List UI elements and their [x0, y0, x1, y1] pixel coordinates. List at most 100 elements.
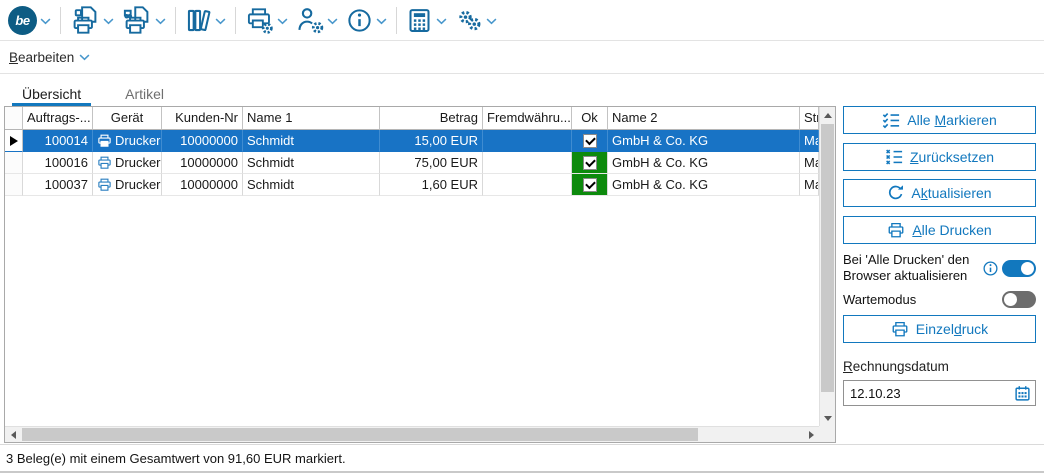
toolbar-separator [235, 7, 236, 34]
zuruecksetzen-button[interactable]: Zurücksetzen [843, 143, 1036, 171]
tab-bar: Übersicht Artikel [0, 74, 1044, 106]
cell-name1: Schmidt [243, 130, 380, 152]
wartemodus-toggle[interactable] [1002, 291, 1036, 308]
library-button[interactable] [184, 6, 213, 35]
zuruecksetzen-label: Zurücksetzen [910, 149, 994, 165]
user-settings-button[interactable] [295, 5, 325, 35]
alle-drucken-button[interactable]: Alle Drucken [843, 216, 1036, 244]
cell-auftrag: 100016 [23, 152, 93, 174]
checklist-icon [882, 111, 900, 129]
chevron-down-icon [40, 18, 51, 25]
app-logo-dropdown[interactable] [40, 18, 51, 25]
printer-icon [97, 133, 112, 148]
cell-ok [572, 174, 608, 196]
chevron-down-icon [436, 18, 447, 25]
ok-checkbox[interactable] [583, 156, 597, 170]
gears-icon [455, 6, 483, 34]
header-auftrag[interactable]: Auftrags-... [23, 107, 93, 130]
rechnungsdatum-field [843, 380, 1036, 406]
chevron-down-icon [486, 18, 497, 25]
cell-auftrag: 100037 [23, 174, 93, 196]
cell-geraet: Drucker [93, 174, 162, 196]
vertical-scroll-thumb[interactable] [821, 124, 834, 392]
header-row-indicator [5, 107, 23, 130]
chevron-down-icon [327, 18, 338, 25]
aktualisieren-button[interactable]: Aktualisieren [843, 179, 1036, 207]
info-button[interactable] [345, 6, 374, 35]
chevron-down-icon [79, 54, 90, 61]
library-books-icon [185, 7, 212, 34]
chevron-down-icon [376, 18, 387, 25]
rechnungsdatum-label: Rechnungsdatum [843, 359, 1036, 374]
table-grid: Auftrags-... Gerät Kunden-Nr Name 1 Betr… [5, 107, 819, 426]
row-indicator [5, 130, 23, 152]
alle-markieren-button[interactable]: Alle Markieren [843, 106, 1036, 134]
user-settings-icon [296, 6, 324, 34]
header-geraet[interactable]: Gerät [93, 107, 162, 130]
printer-settings-button[interactable] [244, 5, 275, 36]
user-settings-dropdown[interactable] [327, 18, 338, 25]
menu-bearbeiten-label: Bearbeiten [9, 50, 74, 65]
scroll-down-button[interactable] [820, 410, 836, 426]
scroll-right-button[interactable] [803, 427, 819, 443]
refresh-icon [887, 185, 904, 202]
wartemodus-row: Wartemodus [843, 291, 1036, 308]
document-print-icon [70, 5, 100, 35]
cell-fremdwaehrung [483, 174, 572, 196]
table-row[interactable]: 100037 Drucker 10000000 Schmidt 1,60 EUR… [5, 174, 819, 196]
header-betrag[interactable]: Betrag [380, 107, 483, 130]
row-indicator [5, 152, 23, 174]
toggle-knob [1021, 262, 1034, 275]
horizontal-scroll-thumb[interactable] [22, 428, 698, 441]
rechnungsdatum-input[interactable] [843, 380, 1036, 406]
delivery-note-print-button[interactable] [121, 4, 153, 36]
cell-name2: GmbH & Co. KG [608, 152, 800, 174]
header-kunden-nr[interactable]: Kunden-Nr [162, 107, 243, 130]
tab-artikel[interactable]: Artikel [115, 74, 174, 106]
toolbar-separator [396, 7, 397, 34]
geraet-label: Drucker [115, 130, 161, 151]
document-print-dropdown[interactable] [103, 18, 114, 25]
scroll-up-button[interactable] [820, 107, 836, 123]
table-row[interactable]: 100014 Drucker 10000000 Schmidt 15,00 EU… [5, 130, 819, 152]
calculator-button[interactable] [405, 6, 434, 35]
header-name1[interactable]: Name 1 [243, 107, 380, 130]
library-dropdown[interactable] [215, 18, 226, 25]
info-dropdown[interactable] [376, 18, 387, 25]
ok-checkbox[interactable] [583, 134, 597, 148]
x-list-icon [885, 148, 903, 166]
header-name2[interactable]: Name 2 [608, 107, 800, 130]
ok-checkbox[interactable] [583, 178, 597, 192]
calculator-dropdown[interactable] [436, 18, 447, 25]
header-fremdwaehrung[interactable]: Fremdwähru... [483, 107, 572, 130]
settings-dropdown[interactable] [486, 18, 497, 25]
status-bar: 3 Beleg(e) mit einem Gesamtwert von 91,6… [0, 444, 1044, 473]
menu-bearbeiten[interactable]: Bearbeiten [9, 50, 90, 65]
document-print-button[interactable] [69, 4, 101, 36]
app-logo-button[interactable]: be [7, 5, 38, 36]
app-logo-icon: be [8, 6, 37, 35]
cell-strasse: Mari [800, 174, 819, 196]
einzeldruck-button[interactable]: Einzeldruck [843, 315, 1036, 343]
cell-name1: Schmidt [243, 174, 380, 196]
table-row[interactable]: 100016 Drucker 10000000 Schmidt 75,00 EU… [5, 152, 819, 174]
info-icon[interactable] [982, 260, 999, 277]
delivery-note-print-dropdown[interactable] [155, 18, 166, 25]
calendar-icon[interactable] [1014, 385, 1031, 402]
header-ok[interactable]: Ok [572, 107, 608, 130]
cell-ok [572, 152, 608, 174]
printer-icon [97, 177, 112, 192]
horizontal-scrollbar[interactable] [5, 426, 819, 442]
app-window: be Bearbeiten Übersicht Artikel [0, 0, 1044, 473]
menu-bar: Bearbeiten [0, 41, 1044, 74]
browser-refresh-toggle[interactable] [1002, 260, 1036, 277]
vertical-scrollbar[interactable] [819, 107, 835, 426]
settings-button[interactable] [454, 5, 484, 35]
printer-settings-dropdown[interactable] [277, 18, 288, 25]
chevron-down-icon [277, 18, 288, 25]
arrow-down-icon [824, 416, 832, 421]
tab-uebersicht[interactable]: Übersicht [12, 74, 91, 106]
scroll-left-button[interactable] [5, 427, 21, 443]
toolbar-separator [175, 7, 176, 34]
header-strasse[interactable]: Stras [800, 107, 819, 130]
